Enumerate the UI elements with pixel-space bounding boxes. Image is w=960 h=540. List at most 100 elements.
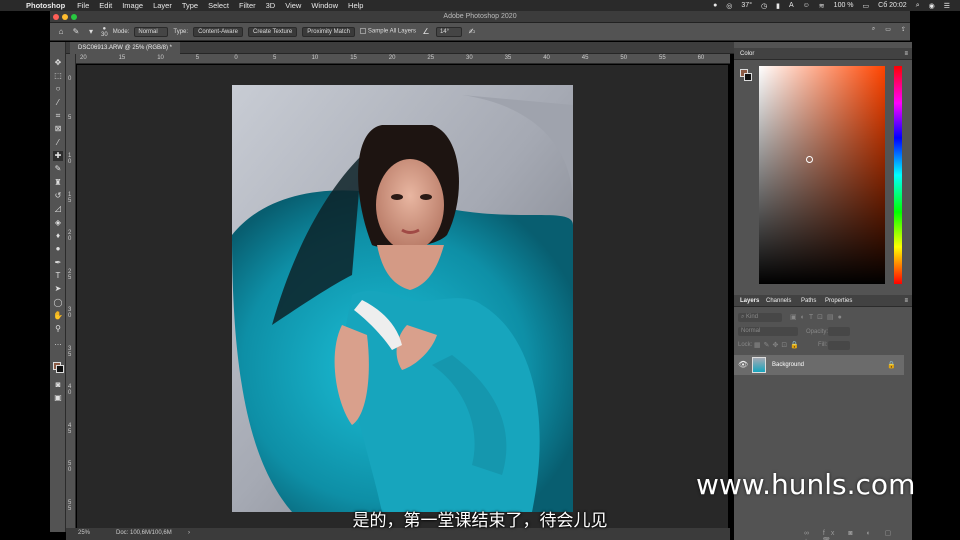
document-tab[interactable]: DSC06913.ARW @ 25% (RGB/8) * — [70, 42, 181, 54]
menu-type[interactable]: Type — [182, 1, 198, 10]
brush-preset-picker[interactable]: ● 30 — [101, 26, 108, 38]
content-aware-button[interactable]: Content-Aware — [193, 26, 243, 37]
hand-tool-icon[interactable]: ✋ — [53, 311, 63, 321]
clock[interactable]: Сб 20:02 — [878, 2, 907, 9]
ruler-v-tick-label: 3 0 — [68, 307, 72, 319]
notification-icon[interactable]: ☰ — [944, 2, 950, 10]
proximity-match-button[interactable]: Proximity Match — [302, 26, 355, 37]
search-icon[interactable]: ⌕ — [916, 2, 920, 10]
horizontal-ruler[interactable]: 20 15 10 5 0 5 10 15 20 25 30 35 40 45 50 55 60 — [76, 54, 730, 64]
tab-channels[interactable]: Channels — [766, 298, 791, 304]
zoom-tool-icon[interactable]: ⚲ — [53, 324, 63, 334]
color-panel-background-swatch[interactable] — [744, 73, 752, 81]
mode-select[interactable]: Normal — [134, 26, 169, 37]
close-window-button[interactable] — [53, 14, 59, 20]
zoom-window-button[interactable] — [71, 14, 77, 20]
ruler-h-tick-label: 60 — [697, 55, 705, 61]
menu-photoshop[interactable]: Photoshop — [26, 1, 65, 10]
keyboard-icon[interactable]: A — [789, 2, 794, 9]
create-texture-button[interactable]: Create Texture — [247, 26, 298, 37]
blur-tool-icon[interactable]: ♦ — [53, 231, 63, 241]
menu-file[interactable]: File — [77, 1, 89, 10]
panel-menu-icon[interactable]: ≡ — [904, 51, 908, 57]
share-icon[interactable]: ⇪ — [901, 26, 906, 33]
sound-icon[interactable]: ▮ — [776, 2, 780, 10]
menu-edit[interactable]: Edit — [99, 1, 112, 10]
battery-icon[interactable]: ▭ — [863, 2, 870, 10]
blend-mode-select[interactable]: Normal — [738, 327, 798, 336]
visibility-eye-icon[interactable]: 👁 — [738, 360, 748, 369]
brush-tool-icon[interactable]: ✎ — [53, 164, 63, 174]
document-canvas[interactable] — [77, 65, 728, 528]
gradient-tool-icon[interactable]: ◈ — [53, 218, 63, 228]
layer-filter-kind[interactable]: ⌕ Kind — [738, 313, 782, 322]
hue-slider[interactable] — [894, 66, 902, 284]
lasso-tool-icon[interactable]: ○ — [53, 84, 63, 94]
move-tool-icon[interactable]: ✥ — [53, 58, 63, 68]
minimize-window-button[interactable] — [62, 14, 68, 20]
angle-input[interactable]: 14° — [435, 26, 462, 37]
wifi-icon[interactable]: ≋ — [819, 2, 825, 10]
menu-filter[interactable]: Filter — [239, 1, 256, 10]
more-tools-icon[interactable]: … — [53, 338, 63, 348]
path-selection-tool-icon[interactable]: ➤ — [53, 284, 63, 294]
type-tool-icon[interactable]: T — [53, 271, 63, 281]
panel-menu-icon[interactable]: ≡ — [904, 298, 908, 304]
sync-icon[interactable]: ◎ — [726, 2, 732, 10]
healing-brush-tool-icon[interactable]: ✚ — [53, 151, 63, 161]
fill-input[interactable] — [828, 341, 850, 350]
chevron-down-icon[interactable]: ▾ — [86, 27, 96, 37]
screen-mode-icon[interactable]: ▣ — [53, 393, 63, 403]
pen-tool-icon[interactable]: ✒ — [53, 258, 63, 268]
search-icon[interactable]: ⌕ — [872, 26, 875, 33]
clone-stamp-tool-icon[interactable]: ♜ — [53, 178, 63, 188]
tab-layers[interactable]: Layers — [740, 298, 759, 304]
tab-properties[interactable]: Properties — [825, 298, 852, 304]
lock-icon[interactable]: 🔒 — [887, 361, 896, 369]
user-icon[interactable]: ☺ — [803, 2, 810, 9]
menu-view[interactable]: View — [285, 1, 301, 10]
lock-icons[interactable]: ▦✎✥⊡🔒 — [754, 341, 802, 349]
ruler-h-tick-label: 45 — [581, 55, 589, 61]
menu-select[interactable]: Select — [208, 1, 229, 10]
home-icon[interactable]: ⌂ — [56, 27, 66, 37]
battery-percent[interactable]: 100 % — [834, 2, 854, 9]
vertical-ruler[interactable]: 051 01 52 02 53 03 54 04 55 05 5 — [66, 54, 76, 528]
opacity-input[interactable] — [828, 327, 850, 336]
menu-image[interactable]: Image — [122, 1, 143, 10]
menu-window[interactable]: Window — [311, 1, 338, 10]
menu-layer[interactable]: Layer — [153, 1, 172, 10]
pressure-icon[interactable]: ✍ — [467, 27, 477, 37]
workspace-icon[interactable]: ▭ — [885, 26, 891, 33]
crop-tool-icon[interactable]: ⌗ — [53, 111, 63, 121]
layer-row-background[interactable]: 👁 Background 🔒 — [734, 355, 904, 375]
spot-healing-brush-icon[interactable]: ✎ — [71, 27, 81, 37]
document-tab-title: DSC06913.ARW @ 25% (RGB/8) * — [78, 45, 173, 51]
color-field[interactable] — [759, 66, 885, 284]
history-brush-tool-icon[interactable]: ↺ — [53, 191, 63, 201]
background-color-swatch[interactable] — [56, 365, 64, 373]
menu-3d[interactable]: 3D — [266, 1, 276, 10]
ruler-h-tick-label: 10 — [157, 55, 164, 61]
siri-icon[interactable]: ◉ — [929, 2, 935, 10]
dodge-tool-icon[interactable]: ● — [53, 244, 63, 254]
layer-filter-icons[interactable]: ▣◐T⊡▤● — [790, 313, 846, 321]
marquee-tool-icon[interactable]: ⬚ — [53, 71, 63, 81]
fill-label: Fill: — [818, 342, 828, 348]
frame-tool-icon[interactable]: ⊠ — [53, 124, 63, 134]
color-picker-handle[interactable] — [806, 156, 813, 163]
layer-name[interactable]: Background — [772, 362, 804, 368]
quick-selection-tool-icon[interactable]: ⁄ — [53, 98, 63, 108]
quick-mask-icon[interactable]: ◙ — [53, 380, 63, 390]
color-panel-title[interactable]: Color — [740, 51, 754, 57]
weather-temp[interactable]: 37° — [741, 2, 752, 9]
ruler-v-tick-label: 2 0 — [68, 230, 72, 242]
shape-tool-icon[interactable]: ◯ — [53, 298, 63, 308]
eraser-tool-icon[interactable]: ◿ — [53, 204, 63, 214]
clock-app-icon[interactable]: ◷ — [761, 2, 767, 10]
eyedropper-tool-icon[interactable]: ⁄ — [53, 138, 63, 148]
sample-all-layers-checkbox[interactable]: Sample All Layers — [359, 28, 416, 35]
tab-paths[interactable]: Paths — [801, 298, 816, 304]
record-icon[interactable]: ● — [713, 2, 717, 9]
menu-help[interactable]: Help — [348, 1, 363, 10]
